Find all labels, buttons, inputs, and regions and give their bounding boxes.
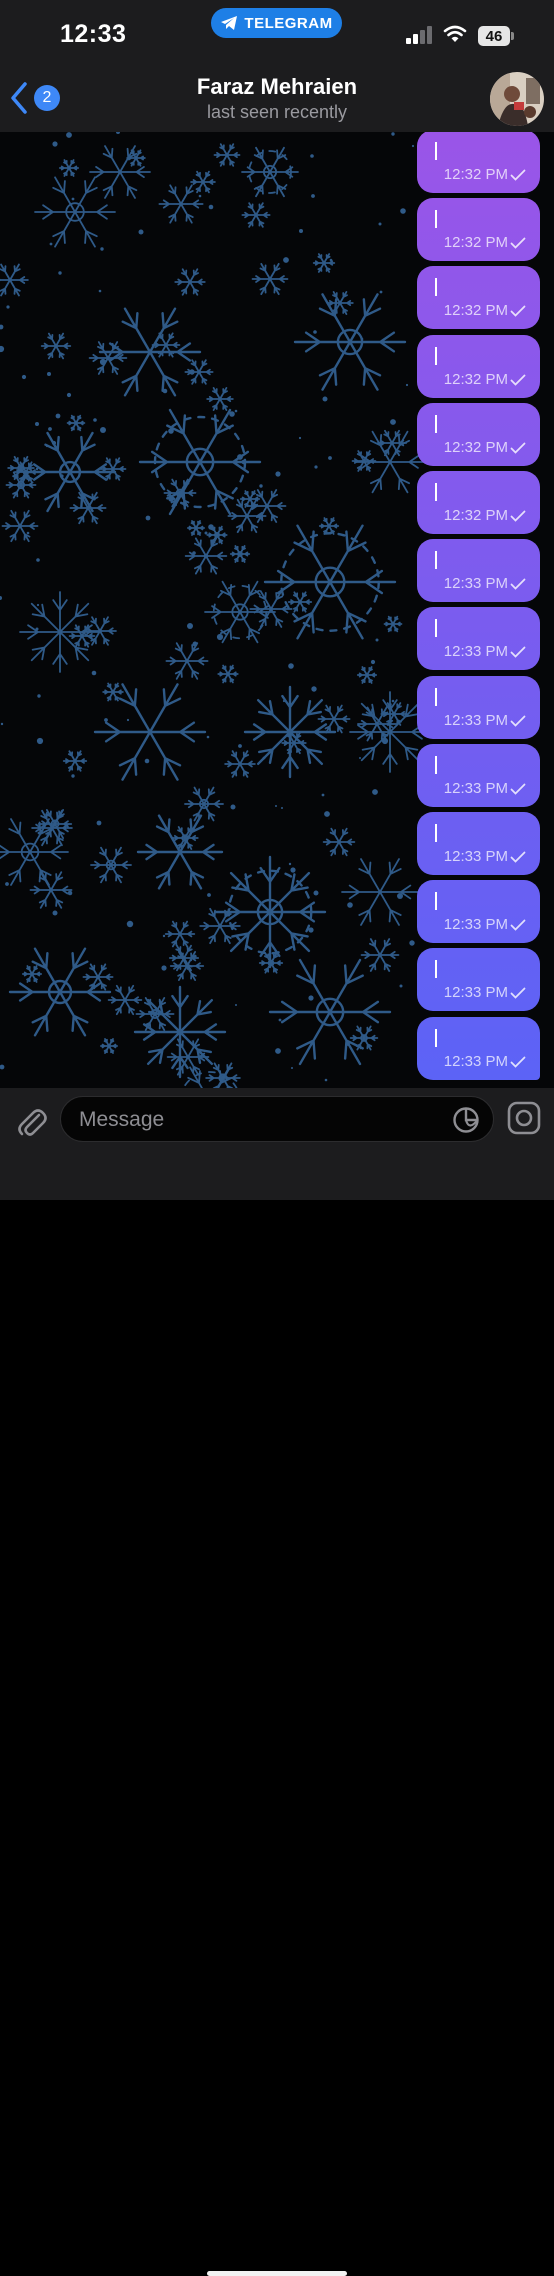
chat-subtitle: last seen recently (206, 102, 348, 122)
message-text (435, 960, 437, 979)
message-bubble[interactable]: 12:33 PM (417, 539, 540, 603)
app-pill-label: TELEGRAM (244, 14, 333, 32)
message-text (435, 142, 437, 160)
message-bubble[interactable]: 12:33 PM (417, 607, 540, 671)
checkmark-icon (510, 510, 526, 522)
checkmark-icon (510, 237, 526, 249)
checkmark-icon (510, 169, 526, 181)
battery-tip (511, 32, 514, 40)
message-time: 12:33 PM (443, 916, 508, 934)
checkmark-icon (510, 305, 526, 318)
avatar-image (490, 72, 544, 126)
message-bubble[interactable]: 12:32 PM (417, 266, 540, 330)
cellular-signal-icon (406, 26, 432, 44)
message-time: 12:32 PM (443, 234, 508, 252)
message-bubble[interactable]: 12:32 PM (417, 132, 540, 193)
message-text (435, 551, 437, 570)
message-bubble[interactable]: 12:32 PM (417, 198, 540, 262)
telegram-plane-icon (221, 16, 238, 30)
message-time: 12:32 PM (443, 302, 508, 320)
checkmark-icon (510, 715, 526, 727)
message-time: 12:33 PM (443, 575, 508, 593)
chat-title[interactable]: Faraz Mehraien (0, 74, 554, 100)
message-bubble[interactable]: 12:33 PM (417, 812, 540, 875)
message-time: 12:33 PM (443, 1052, 508, 1070)
checkmark-icon (510, 987, 526, 1000)
input-bar: Message (0, 1088, 554, 2276)
message-time: 12:33 PM (443, 848, 508, 865)
message-bubble[interactable]: 12:32 PM (417, 402, 540, 466)
checkmark-icon (510, 646, 526, 659)
message-text (435, 892, 437, 911)
message-bubble[interactable]: 12:33 PM (417, 948, 540, 1012)
message-list: 12:32 PM 12:32 PM 12:32 PM 12:32 PM 12:32 PM… (0, 132, 554, 1088)
message-time: 12:33 PM (443, 643, 508, 661)
sticker-icon[interactable] (451, 1105, 481, 1135)
wifi-icon (443, 25, 467, 42)
message-text (435, 619, 437, 638)
message-time: 12:32 PM (443, 370, 508, 388)
message-time: 12:32 PM (443, 507, 508, 524)
message-bubble[interactable]: 12:33 PM (417, 743, 540, 807)
message-text (435, 687, 437, 706)
return-to-app-pill[interactable]: TELEGRAM (211, 8, 342, 38)
home-indicator (207, 2271, 347, 2276)
status-bar: 12:33 TELEGRAM 46 (0, 0, 554, 60)
message-text (435, 824, 437, 842)
camera-icon[interactable] (506, 1100, 542, 1136)
checkmark-icon (510, 919, 526, 931)
message-text (435, 346, 437, 365)
checkmark-icon (510, 578, 526, 590)
checkmark-icon (510, 374, 526, 386)
message-time: 12:33 PM (443, 779, 508, 797)
message-bubble[interactable]: 12:33 PM (417, 675, 540, 739)
message-time: 12:32 PM (443, 438, 508, 456)
message-text (435, 414, 437, 433)
checkmark-icon (510, 442, 526, 454)
message-bubble[interactable]: 12:32 PM (417, 471, 540, 534)
message-text (435, 278, 437, 297)
message-input[interactable]: Message (60, 1096, 494, 1142)
message-placeholder: Message (79, 1108, 165, 1131)
battery-indicator: 46 (478, 26, 510, 46)
checkmark-icon (510, 783, 526, 795)
message-text (435, 1028, 437, 1047)
message-text (435, 210, 437, 229)
avatar[interactable] (490, 72, 544, 126)
message-time: 12:33 PM (443, 984, 508, 1002)
chat-header: 2 Faraz Mehraien last seen recently (0, 60, 554, 132)
checkmark-icon (510, 851, 526, 863)
chat-area[interactable]: 12:32 PM 12:32 PM 12:32 PM 12:32 PM 12:32 PM… (0, 132, 554, 1088)
message-time: 12:32 PM (443, 166, 508, 183)
message-bubble[interactable]: 12:32 PM (417, 334, 540, 398)
checkmark-icon (510, 1056, 526, 1068)
message-bubble[interactable]: 12:33 PM (417, 1016, 540, 1080)
message-time: 12:33 PM (443, 711, 508, 729)
message-text (435, 755, 437, 774)
paperclip-icon[interactable] (12, 1102, 52, 1142)
status-time: 12:33 (60, 20, 127, 48)
message-text (435, 483, 437, 501)
message-bubble[interactable]: 12:33 PM (417, 880, 540, 944)
